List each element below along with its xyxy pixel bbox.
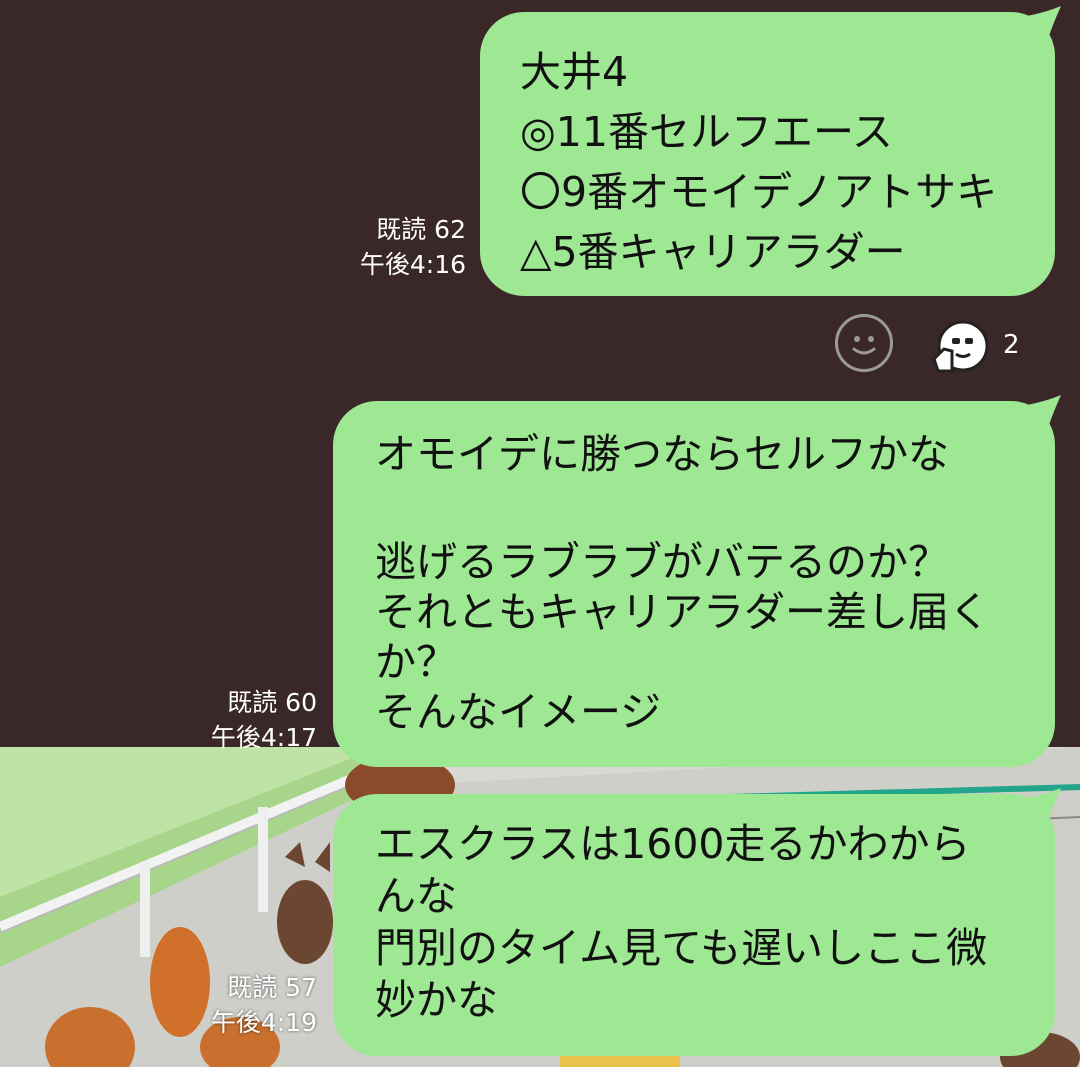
message-3: エスクラスは1600走るかわから んな 門別のタイム見ても遅いしここ微 妙かな <box>333 788 1061 1056</box>
message-line: 妙かな <box>375 976 498 1024</box>
message-line: そんなイメージ <box>375 688 662 736</box>
bubble-tail <box>1027 788 1061 818</box>
message-line: 大井4 <box>520 48 629 96</box>
message-bubble[interactable]: オモイデに勝つならセルフかな 逃げるラブラブがバテるのか？ それともキャリアラダ… <box>333 395 1061 767</box>
message-bubble[interactable]: 大井4 ◎11番セルフエース 〇9番オモイデノアトサキ △5番キャリアラダー <box>480 6 1061 296</box>
read-receipt: 既読 62 <box>376 215 466 244</box>
message-line: ◎11番セルフエース <box>520 108 893 156</box>
bubble-tail <box>1027 395 1061 425</box>
message-3-meta: 既読 57 午後4:19 <box>211 970 317 1040</box>
message-2-meta: 既読 60 午後4:17 <box>211 685 317 755</box>
message-line: オモイデに勝つならセルフかな <box>375 430 949 478</box>
message-line: 門別のタイム見ても遅いしここ微 <box>375 924 988 972</box>
message-line: エスクラスは1600走るかわから <box>375 820 971 868</box>
timestamp: 午後4:19 <box>210 1008 317 1037</box>
message-line: △5番キャリアラダー <box>520 228 906 276</box>
message-line: 〇9番オモイデノアトサキ <box>520 168 998 216</box>
read-receipt: 既読 57 <box>227 973 317 1002</box>
reaction-row: 2 <box>835 314 1055 376</box>
message-1-meta: 既読 62 午後4:16 <box>360 212 466 282</box>
bubble-tail <box>1027 6 1061 36</box>
timestamp: 午後4:16 <box>359 250 466 279</box>
message-1: 大井4 ◎11番セルフエース 〇9番オモイデノアトサキ △5番キャリアラダー <box>480 6 1061 296</box>
message-bubble[interactable]: エスクラスは1600走るかわから んな 門別のタイム見ても遅いしここ微 妙かな <box>333 788 1061 1056</box>
message-line: それともキャリアラダー差し届く <box>375 588 990 636</box>
timestamp: 午後4:17 <box>210 723 317 752</box>
smiley-add-icon[interactable] <box>835 314 893 372</box>
message-line: んな <box>375 872 457 920</box>
message-2: オモイデに勝つならセルフかな 逃げるラブラブがバテるのか？ それともキャリアラダ… <box>333 395 1061 767</box>
thumbs-up-face-icon[interactable] <box>930 319 990 379</box>
reaction-count: 2 <box>1003 330 1020 360</box>
read-receipt: 既読 60 <box>227 688 317 717</box>
